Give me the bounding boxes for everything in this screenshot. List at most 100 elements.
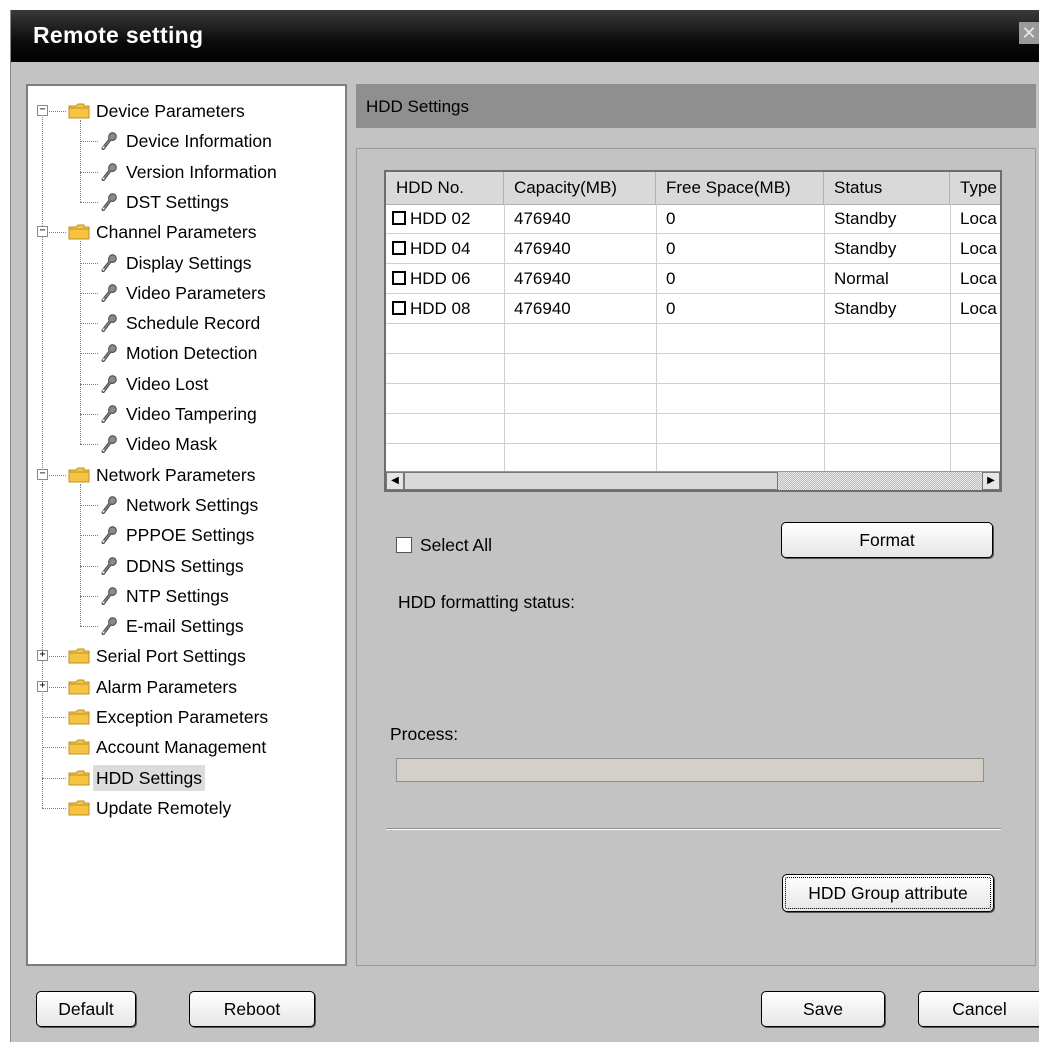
tree-item[interactable]: E-mail Settings [28, 613, 343, 639]
tree-connector [80, 535, 98, 537]
default-button[interactable]: Default [36, 991, 136, 1027]
wrench-icon [101, 617, 117, 636]
column-header-type[interactable]: Type [950, 172, 1000, 204]
expand-icon[interactable]: + [37, 650, 48, 662]
wrench-icon [101, 496, 117, 514]
row-gridline [386, 443, 1000, 444]
row-checkbox[interactable] [392, 271, 406, 286]
section-header: HDD Settings [356, 84, 1036, 128]
tree-item[interactable]: − Device Parameters [28, 98, 343, 124]
tree-item[interactable]: − Network Parameters [28, 462, 343, 488]
collapse-icon[interactable]: − [37, 226, 48, 238]
cancel-button[interactable]: Cancel [918, 991, 1039, 1027]
table-cell: Standby [834, 234, 948, 264]
divider [386, 828, 1001, 830]
tree-item[interactable]: Video Tampering [28, 401, 343, 427]
row-checkbox[interactable] [392, 211, 406, 226]
tree-item-label: Motion Detection [126, 343, 258, 364]
select-all-checkbox[interactable]: Select All [396, 533, 492, 557]
cell-text: Standby [834, 209, 897, 228]
tree-item[interactable]: Network Settings [28, 492, 343, 518]
hdd-group-attribute-button[interactable]: HDD Group attribute [782, 874, 994, 912]
wrench-icon [101, 253, 117, 272]
tree-item[interactable]: + Serial Port Settings [28, 643, 343, 669]
tree-item-label: Version Information [126, 161, 277, 182]
tree-item[interactable]: Display Settings [28, 250, 343, 276]
tree-item[interactable]: DDNS Settings [28, 553, 343, 579]
tree-item[interactable]: PPPOE Settings [28, 522, 343, 548]
tree-item[interactable]: HDD Settings [28, 764, 343, 791]
table-cell: Standby [834, 204, 948, 234]
tree-connector [80, 353, 98, 355]
table-cell: 476940 [514, 294, 654, 324]
collapse-icon[interactable]: − [37, 105, 48, 116]
wrench-icon [101, 344, 117, 363]
tree-item[interactable]: Video Lost [28, 371, 343, 397]
tree-item-label: Video Tampering [126, 404, 257, 424]
horizontal-scrollbar[interactable]: ◀ ▶ [386, 471, 1000, 490]
hdd-number-cell[interactable]: HDD 02 [392, 204, 504, 234]
select-all-label: Select All [420, 535, 492, 555]
wrench-icon [101, 193, 117, 211]
cell-text: 476940 [514, 239, 571, 258]
cell-text: HDD 08 [410, 299, 471, 318]
tree-item[interactable]: + Alarm Parameters [28, 674, 343, 700]
tree-item[interactable]: Version Information [28, 159, 343, 185]
save-button[interactable]: Save [761, 991, 885, 1027]
tree-connector [80, 292, 98, 294]
tree-connector [42, 777, 66, 779]
tree-item[interactable]: Device Information [28, 128, 343, 154]
cell-text: Local [960, 269, 998, 288]
table-cell: 476940 [514, 204, 654, 234]
window-title: Remote setting [33, 22, 204, 48]
folder-icon [68, 648, 90, 664]
row-checkbox[interactable] [392, 301, 406, 316]
tree-item[interactable]: Motion Detection [28, 340, 343, 366]
reboot-button[interactable]: Reboot [189, 991, 315, 1027]
hdd-number-cell[interactable]: HDD 08 [392, 294, 504, 324]
tree-item[interactable]: Account Management [28, 734, 343, 760]
column-header-status[interactable]: Status [824, 172, 950, 204]
wrench-icon [101, 587, 117, 605]
cell-text: 0 [666, 209, 676, 228]
cell-text: 0 [666, 239, 676, 258]
column-header-free-space[interactable]: Free Space(MB) [656, 172, 824, 204]
tree-item[interactable]: Schedule Record [28, 310, 343, 336]
scroll-left-icon[interactable]: ◀ [386, 472, 404, 490]
cell-text: Local [960, 239, 998, 258]
scrollbar-thumb[interactable] [404, 472, 778, 490]
cell-text: HDD 02 [410, 209, 471, 228]
tree-item-label: Alarm Parameters [96, 676, 238, 697]
collapse-icon[interactable]: − [37, 468, 48, 480]
tree-item[interactable]: DST Settings [28, 189, 343, 215]
tree-item[interactable]: Video Mask [28, 431, 343, 457]
tree-item[interactable]: Exception Parameters [28, 704, 343, 730]
format-button[interactable]: Format [781, 522, 993, 558]
wrench-icon [101, 405, 117, 423]
tree-item[interactable]: Video Parameters [28, 280, 343, 306]
wrench-icon [101, 132, 117, 151]
tree-item[interactable]: NTP Settings [28, 583, 343, 609]
table-cell: Standby [834, 294, 948, 324]
column-header-capacity[interactable]: Capacity(MB) [504, 172, 656, 204]
row-checkbox[interactable] [392, 241, 406, 256]
formatting-status-label: HDD formatting status: [398, 592, 575, 612]
tree-item-label: PPPOE Settings [126, 525, 255, 546]
cell-text: HDD 06 [410, 269, 471, 288]
select-all-box[interactable] [396, 536, 412, 553]
hdd-number-cell[interactable]: HDD 06 [392, 264, 504, 294]
tree-item-label: Display Settings [126, 252, 252, 273]
tree-connector [80, 383, 98, 385]
title-bar[interactable]: Remote setting ✕ [11, 10, 1039, 62]
expand-icon[interactable]: + [37, 680, 48, 692]
tree-item[interactable]: Update Remotely [28, 795, 343, 821]
folder-icon [68, 224, 90, 240]
close-icon[interactable]: ✕ [1019, 22, 1039, 44]
scroll-right-icon[interactable]: ▶ [982, 472, 1000, 490]
tree-item[interactable]: − Channel Parameters [28, 219, 343, 245]
cell-text: 476940 [514, 209, 571, 228]
hdd-number-cell[interactable]: HDD 04 [392, 234, 504, 264]
table-cell: 476940 [514, 234, 654, 264]
column-header-hdd-no[interactable]: HDD No. [386, 172, 504, 204]
tree-item-label: Device Parameters [96, 101, 245, 121]
